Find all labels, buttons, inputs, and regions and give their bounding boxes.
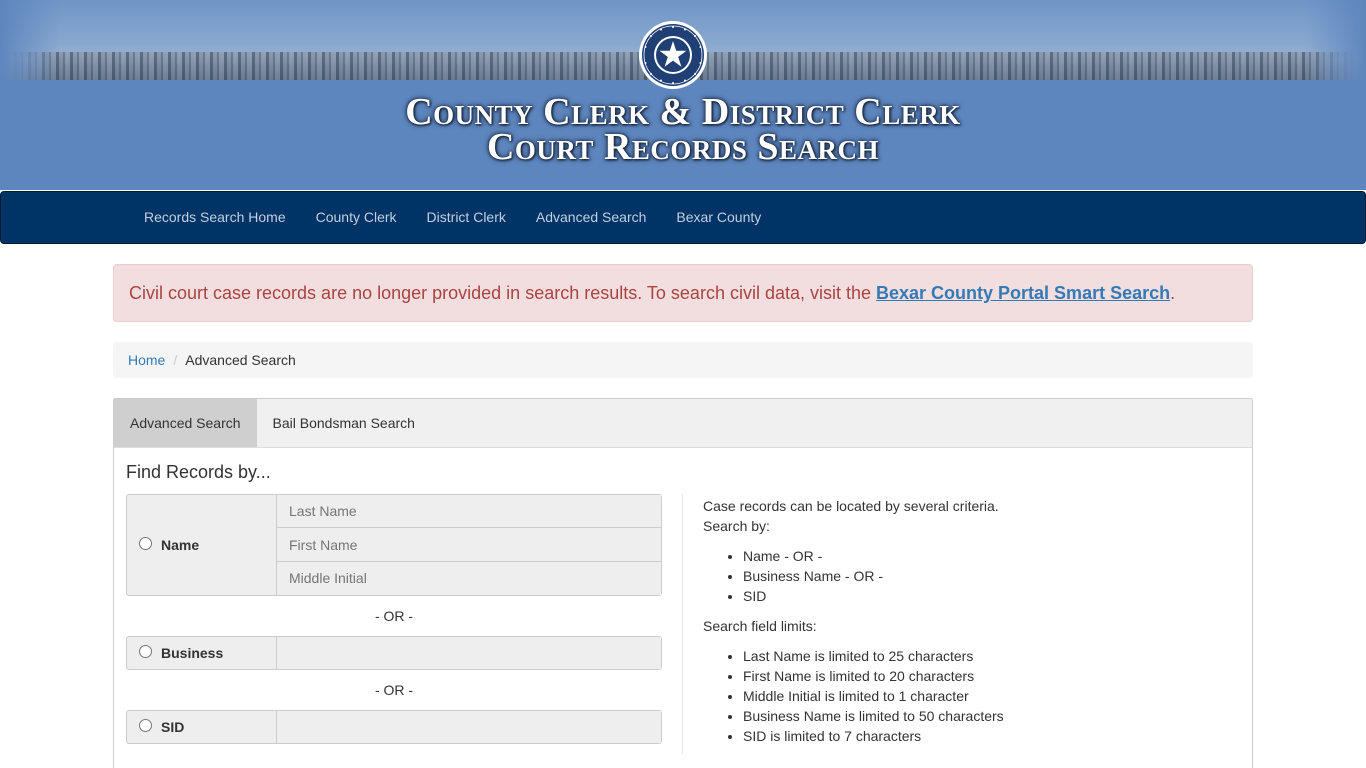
- search-form: Name - OR - Business - OR -: [126, 494, 662, 744]
- list-item: Last Name is limited to 25 characters: [743, 646, 1004, 666]
- alert-text: Civil court case records are no longer p…: [129, 283, 877, 303]
- sid-option[interactable]: SID: [127, 711, 277, 743]
- search-panel: Advanced Search Bail Bondsman Search Fin…: [113, 398, 1253, 768]
- business-option[interactable]: Business: [127, 637, 277, 669]
- breadcrumb-current: Advanced Search: [185, 352, 296, 368]
- business-radio[interactable]: [139, 644, 152, 658]
- county-seal-icon: [639, 21, 707, 89]
- criteria-list: Name - OR - Business Name - OR - SID: [703, 546, 1004, 606]
- sid-radio[interactable]: [139, 718, 152, 732]
- name-option[interactable]: Name: [127, 495, 277, 595]
- list-item: SID is limited to 7 characters: [743, 726, 1004, 746]
- main-navbar: Records Search Home County Clerk Distric…: [0, 191, 1366, 244]
- column-divider: [682, 494, 683, 754]
- last-name-input[interactable]: [277, 495, 661, 529]
- nav-county-clerk[interactable]: County Clerk: [301, 192, 412, 243]
- sid-row: SID: [126, 710, 662, 744]
- tab-advanced-search[interactable]: Advanced Search: [114, 399, 257, 447]
- nav-advanced-search[interactable]: Advanced Search: [521, 192, 662, 243]
- name-label: Name: [161, 537, 200, 553]
- tab-bail-bondsman-search[interactable]: Bail Bondsman Search: [257, 399, 431, 447]
- first-name-input[interactable]: [277, 528, 661, 562]
- or-separator: - OR -: [374, 608, 414, 624]
- find-records-heading: Find Records by...: [126, 462, 271, 482]
- nav-district-clerk[interactable]: District Clerk: [412, 192, 521, 243]
- business-name-input[interactable]: [277, 637, 661, 669]
- limits-list: Last Name is limited to 25 characters Fi…: [703, 646, 1004, 746]
- sid-input[interactable]: [277, 711, 661, 743]
- sid-label: SID: [161, 719, 185, 735]
- info-search-by: Search by:: [703, 518, 770, 534]
- breadcrumb-separator: /: [173, 352, 178, 368]
- info-limits-title: Search field limits:: [703, 618, 817, 634]
- list-item: SID: [743, 586, 1004, 606]
- page-title: County Clerk & District Clerk Court Reco…: [0, 91, 1366, 168]
- header-banner: County Clerk & District Clerk Court Reco…: [0, 0, 1366, 190]
- banner-title-line2: Court Records Search: [486, 126, 880, 168]
- search-help-info: Case records can be located by several c…: [703, 496, 1004, 756]
- list-item: Business Name is limited to 50 character…: [743, 706, 1004, 726]
- list-item: Middle Initial is limited to 1 character: [743, 686, 1004, 706]
- search-tabs: Advanced Search Bail Bondsman Search: [114, 399, 1252, 448]
- civil-records-alert: Civil court case records are no longer p…: [113, 264, 1253, 322]
- nav-bexar-county[interactable]: Bexar County: [661, 192, 776, 243]
- name-row: Name: [126, 494, 662, 596]
- breadcrumb: Home / Advanced Search: [113, 342, 1253, 378]
- banner-title-line1: County Clerk & District Clerk: [405, 91, 961, 133]
- breadcrumb-home-link[interactable]: Home: [128, 342, 165, 378]
- business-label: Business: [161, 645, 224, 661]
- list-item: First Name is limited to 20 characters: [743, 666, 1004, 686]
- name-radio[interactable]: [139, 536, 152, 550]
- info-intro: Case records can be located by several c…: [703, 498, 999, 514]
- list-item: Name - OR -: [743, 546, 1004, 566]
- alert-suffix: .: [1170, 283, 1176, 303]
- business-row: Business: [126, 636, 662, 670]
- middle-initial-input[interactable]: [277, 561, 661, 595]
- nav-records-search-home[interactable]: Records Search Home: [129, 192, 301, 243]
- list-item: Business Name - OR -: [743, 566, 1004, 586]
- or-separator: - OR -: [374, 682, 414, 698]
- portal-smart-search-link[interactable]: Bexar County Portal Smart Search: [876, 283, 1170, 303]
